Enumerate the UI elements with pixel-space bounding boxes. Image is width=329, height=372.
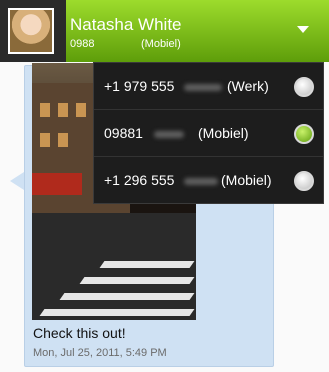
message-timestamp: Mon, Jul 25, 2011, 5:49 PM bbox=[33, 347, 167, 359]
number-option-type: (Mobiel) bbox=[221, 172, 272, 188]
redacted-digits bbox=[184, 178, 218, 185]
number-option-mobiel-2[interactable]: +1 296 555 (Mobiel) bbox=[94, 157, 323, 204]
number-option-werk[interactable]: +1 979 555 (Werk) bbox=[94, 63, 323, 110]
message-caption: Check this out! bbox=[33, 325, 126, 341]
crosswalk-stripe bbox=[99, 261, 195, 268]
chevron-down-icon[interactable] bbox=[297, 26, 309, 33]
photo-window bbox=[58, 133, 68, 147]
redacted-digits bbox=[154, 131, 184, 138]
number-option-number: +1 979 555 bbox=[104, 78, 175, 94]
radio-button-selected[interactable] bbox=[294, 124, 314, 144]
number-option-number: +1 296 555 bbox=[104, 172, 175, 188]
bubble-tail bbox=[10, 172, 24, 190]
contact-name: Natasha White bbox=[70, 15, 182, 34]
photo-window bbox=[40, 133, 50, 147]
photo-awning bbox=[32, 173, 82, 195]
photo-window bbox=[40, 103, 50, 117]
number-option-type: (Mobiel) bbox=[198, 125, 249, 141]
number-option-number: 09881 bbox=[104, 125, 143, 141]
redacted-digits bbox=[184, 84, 222, 91]
avatar[interactable] bbox=[8, 8, 54, 54]
contact-header[interactable]: Natasha White 0988 (Mobiel) bbox=[0, 0, 329, 62]
radio-button[interactable] bbox=[294, 77, 314, 97]
contact-number-type: (Mobiel) bbox=[141, 38, 181, 50]
crosswalk-stripe bbox=[79, 277, 195, 284]
contact-number: 0988 bbox=[70, 38, 95, 50]
radio-button[interactable] bbox=[294, 171, 314, 191]
number-option-type: (Werk) bbox=[227, 78, 269, 94]
avatar-frame bbox=[0, 0, 66, 62]
crosswalk-stripe bbox=[59, 293, 195, 300]
number-option-mobiel-1[interactable]: 09881 (Mobiel) bbox=[94, 110, 323, 157]
number-picker-menu: +1 979 555 (Werk) 09881 (Mobiel) +1 296 … bbox=[93, 62, 324, 204]
photo-window bbox=[58, 103, 68, 117]
crosswalk-stripe bbox=[39, 309, 195, 316]
photo-window bbox=[76, 103, 86, 117]
